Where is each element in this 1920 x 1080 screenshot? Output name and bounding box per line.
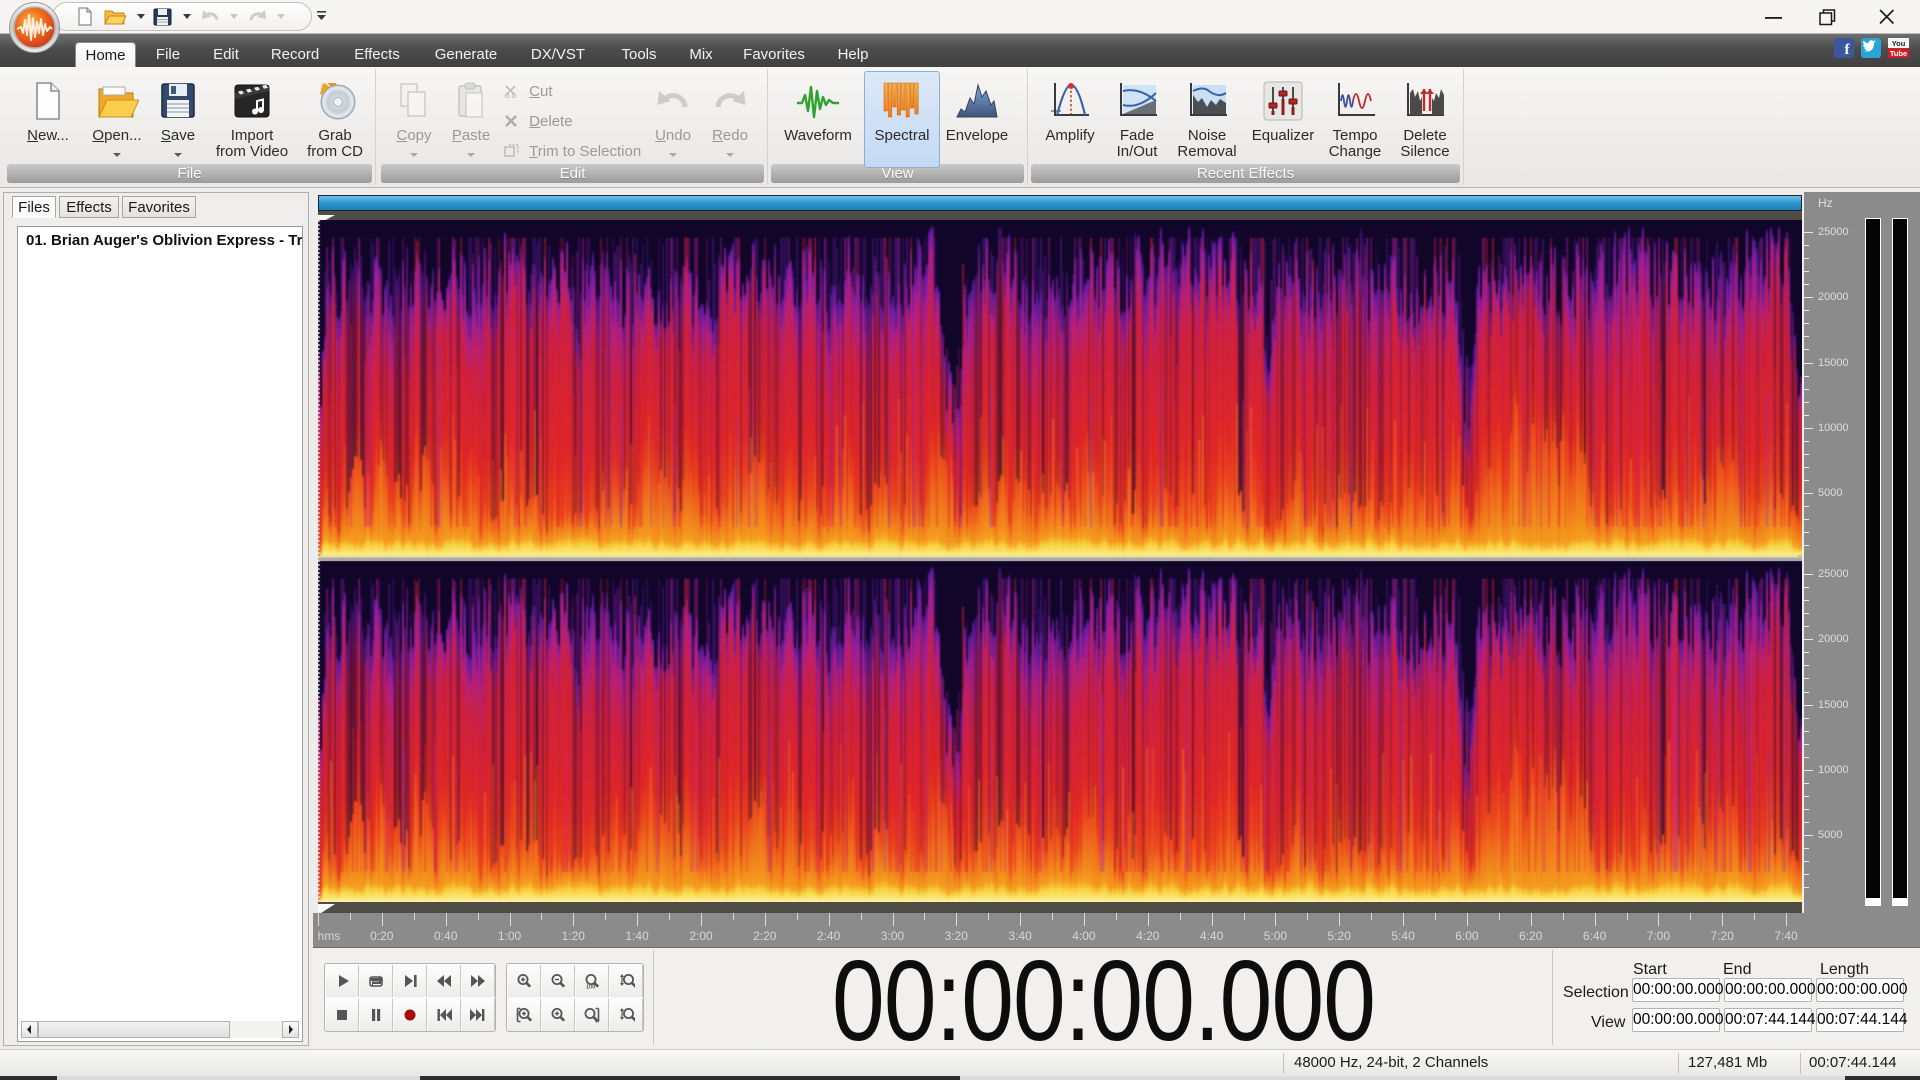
svg-text:Tube: Tube	[1890, 49, 1907, 58]
svg-text:100: 100	[586, 984, 595, 990]
svg-text:You: You	[1892, 39, 1906, 48]
